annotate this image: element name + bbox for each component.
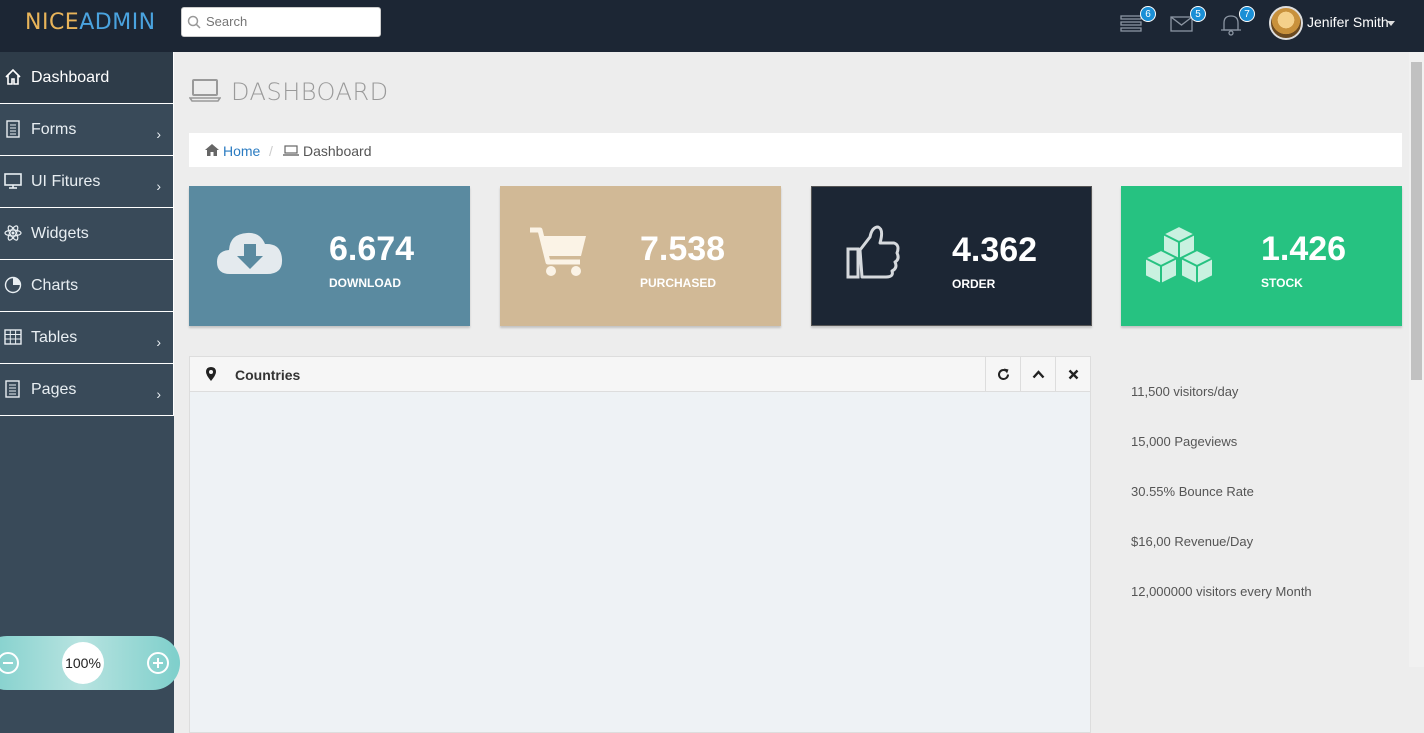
cubes-icon (1144, 224, 1214, 286)
sidebar-item-label: Widgets (31, 224, 89, 242)
pages-icon (5, 380, 20, 398)
sidebar: Dashboard Forms › UI Fitures › Widgets C… (0, 52, 180, 733)
chevron-right-icon: › (156, 178, 161, 194)
stat-tile-download[interactable]: 6.674 DOWNLOAD (189, 186, 470, 326)
sidebar-item-label: Pages (31, 380, 77, 398)
document-icon (6, 120, 20, 138)
list-item: 11,500 visitors/day (1131, 384, 1239, 399)
close-panel-button[interactable] (1055, 357, 1090, 392)
notifications-badge: 7 (1239, 6, 1255, 22)
mail-badge: 5 (1190, 6, 1206, 22)
home-icon (205, 144, 219, 156)
user-menu-caret-icon[interactable] (1387, 21, 1395, 26)
stat-tile-stock[interactable]: 1.426 STOCK (1121, 186, 1402, 326)
close-icon (1068, 369, 1079, 380)
zoom-control: 100% (0, 636, 180, 690)
map-pin-icon (206, 367, 216, 381)
logo-text-admin: ADMIN (79, 10, 156, 35)
list-item: 12,000000 visitors every Month (1131, 584, 1312, 599)
monitor-icon (4, 173, 22, 189)
list-item: $16,00 Revenue/Day (1131, 534, 1254, 549)
thumbs-up-icon (846, 225, 900, 279)
stat-label: STOCK (1261, 276, 1303, 290)
countries-panel: Countries (189, 356, 1091, 733)
atom-icon (4, 225, 22, 241)
search-box[interactable] (181, 7, 381, 37)
logo-text-nice: NICE (25, 10, 80, 35)
sidebar-item-charts[interactable]: Charts (0, 260, 174, 312)
tasks-badge: 6 (1140, 6, 1156, 22)
top-header: NICEADMIN 6 5 7 Jenifer Smith (0, 0, 1409, 52)
list-item: 15,000 Pageviews (1131, 434, 1238, 449)
notifications-button[interactable]: 7 (1219, 6, 1255, 38)
zoom-in-icon[interactable] (146, 651, 170, 675)
zoom-level: 100% (62, 642, 104, 684)
sidebar-item-forms[interactable]: Forms › (0, 104, 174, 156)
chevron-right-icon: › (156, 386, 161, 402)
sidebar-item-label: Charts (31, 276, 79, 294)
stat-value: 1.426 (1261, 230, 1347, 268)
sidebar-item-label: Dashboard (31, 68, 110, 86)
user-avatar[interactable] (1269, 6, 1303, 40)
visitor-stats-list: 11,500 visitors/day 15,000 Pageviews 30.… (1131, 384, 1312, 634)
pie-chart-icon (4, 276, 22, 294)
chevron-right-icon: › (156, 126, 161, 142)
panel-header: Countries (190, 357, 1090, 392)
cloud-download-icon (217, 232, 283, 274)
home-icon (5, 68, 21, 85)
stat-label: PURCHASED (640, 276, 717, 290)
table-icon (4, 329, 22, 345)
stat-value: 4.362 (952, 231, 1038, 269)
shopping-cart-icon (530, 227, 586, 276)
collapse-button[interactable] (1020, 357, 1055, 392)
breadcrumb-home-link[interactable]: Home (223, 143, 260, 159)
panel-title: Countries (235, 367, 301, 383)
refresh-button[interactable] (985, 357, 1020, 392)
page-title: DASHBOARD (231, 78, 389, 106)
sidebar-item-label: Forms (31, 120, 77, 138)
sidebar-item-label: UI Fitures (31, 172, 101, 190)
chevron-right-icon: › (156, 334, 161, 350)
laptop-icon (283, 145, 299, 156)
breadcrumb-current: Dashboard (303, 143, 372, 159)
sidebar-item-pages[interactable]: Pages › (0, 364, 174, 416)
mail-button[interactable]: 5 (1170, 6, 1206, 38)
sidebar-item-dashboard[interactable]: Dashboard (0, 52, 174, 104)
stat-tile-purchased[interactable]: 7.538 PURCHASED (500, 186, 781, 326)
stat-label: DOWNLOAD (329, 276, 401, 290)
stat-tile-order[interactable]: 4.362 ORDER (811, 186, 1092, 326)
sidebar-item-widgets[interactable]: Widgets (0, 208, 174, 260)
app-logo[interactable]: NICEADMIN (25, 10, 156, 35)
sidebar-item-tables[interactable]: Tables › (0, 312, 174, 364)
breadcrumb-separator: / (269, 143, 273, 159)
laptop-icon (189, 79, 221, 102)
stat-value: 7.538 (640, 230, 726, 268)
search-icon (187, 15, 201, 29)
breadcrumb: Home / Dashboard (189, 133, 1402, 167)
stat-value: 6.674 (329, 230, 415, 268)
refresh-icon (998, 368, 1009, 380)
chevron-up-icon (1032, 370, 1045, 379)
zoom-out-icon[interactable] (0, 651, 20, 675)
sidebar-item-ui-fitures[interactable]: UI Fitures › (0, 156, 174, 208)
stat-label: ORDER (952, 277, 996, 291)
search-input[interactable] (206, 14, 376, 29)
scrollbar-thumb[interactable] (1411, 62, 1422, 380)
sidebar-item-label: Tables (31, 328, 78, 346)
user-name[interactable]: Jenifer Smith (1307, 14, 1389, 30)
tasks-button[interactable]: 6 (1120, 6, 1156, 38)
list-item: 30.55% Bounce Rate (1131, 484, 1254, 499)
page-scrollbar[interactable] (1409, 0, 1424, 667)
